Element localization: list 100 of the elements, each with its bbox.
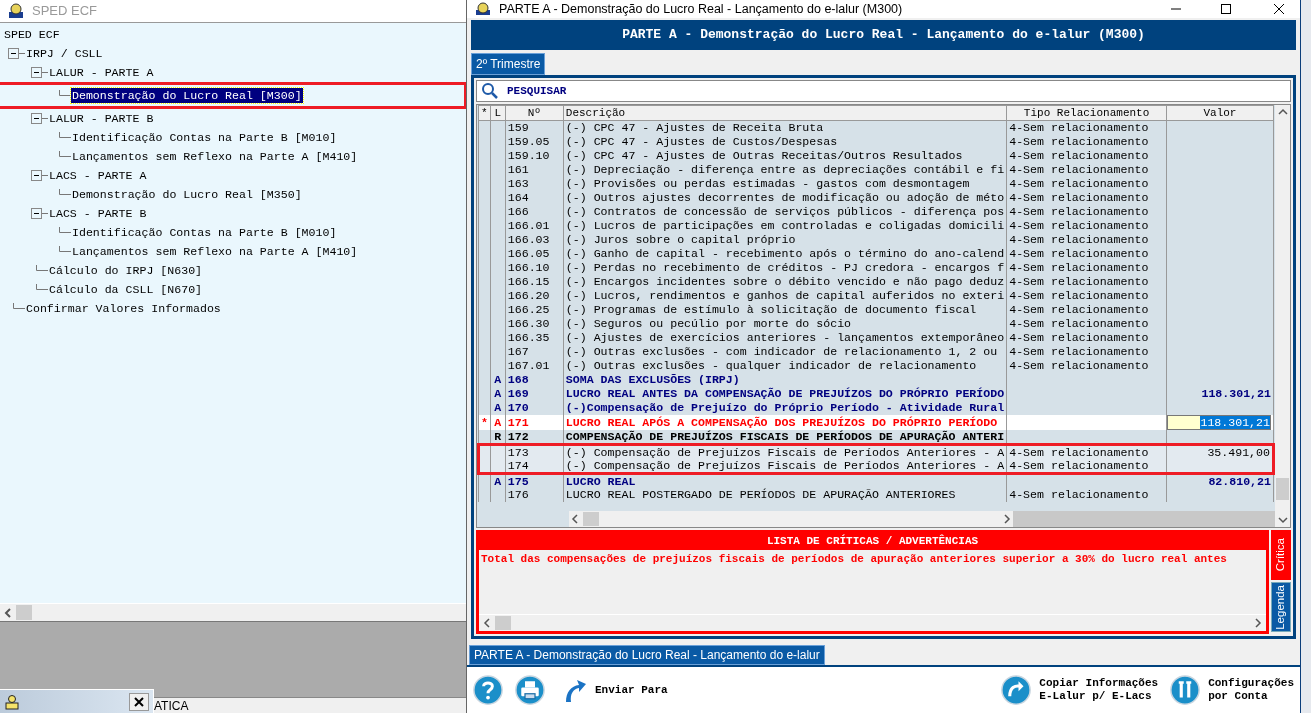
table-cell: 159.05 bbox=[507, 135, 550, 148]
table-cell: * bbox=[480, 415, 488, 429]
scroll-left-icon[interactable] bbox=[571, 514, 579, 524]
tree-item[interactable]: IRPJ / CSLL bbox=[25, 46, 104, 61]
table-cell: (-)Compensação de Prejuízo do Próprio Período - Atividade Rural bbox=[565, 401, 1005, 414]
toolbar-button[interactable]: Copiar Informações E-Lalur p/ E-Lacs bbox=[1001, 675, 1159, 705]
table-cell: 173 bbox=[507, 446, 529, 459]
tab[interactable]: PARTE A - Demonstração do Lucro Real - Lançamento do e-lalur bbox=[469, 645, 825, 665]
close-icon[interactable] bbox=[1273, 3, 1285, 15]
table-cell: 4-Sem relacionamento bbox=[1009, 275, 1149, 288]
collapse-toggle[interactable] bbox=[31, 170, 48, 181]
tree-item[interactable]: Cálculo da CSLL [N670] bbox=[48, 282, 204, 297]
tree-item[interactable]: Identificação Contas na Parte B [M010] bbox=[71, 225, 338, 240]
tree-item[interactable]: Lançamentos sem Reflexo na Parte A [M410] bbox=[71, 244, 359, 259]
horizontal-scrollbar[interactable] bbox=[0, 603, 467, 621]
tree-item[interactable]: Demonstração do Lucro Real [M300] bbox=[71, 88, 303, 103]
collapse-toggle[interactable] bbox=[31, 208, 48, 219]
table-cell: (-) CPC 47 - Ajustes de Outras Receitas/Outros Resultados bbox=[565, 149, 963, 162]
tree-item[interactable]: LALUR - PARTE A bbox=[48, 65, 155, 80]
maximize-icon[interactable] bbox=[1220, 3, 1232, 15]
search-field[interactable]: PESQUISAR bbox=[476, 80, 1291, 102]
scroll-left-icon[interactable] bbox=[4, 607, 12, 618]
tree-item[interactable]: Lançamentos sem Reflexo na Parte A [M410] bbox=[71, 149, 359, 164]
tree-item[interactable]: SPED ECF bbox=[3, 27, 61, 42]
scroll-right-icon[interactable] bbox=[1254, 618, 1262, 628]
tree-item[interactable]: Cálculo do IRPJ [N630] bbox=[48, 263, 204, 278]
table-cell: (-) CPC 47 - Ajustes de Receita Bruta bbox=[565, 121, 824, 135]
scroll-down-icon[interactable] bbox=[1277, 516, 1288, 524]
table-cell: 169 bbox=[507, 387, 529, 400]
tree-item[interactable]: Confirmar Valores Informados bbox=[25, 301, 222, 316]
table-cell: LUCRO REAL bbox=[565, 474, 636, 488]
table-cell: LUCRO REAL ANTES DA COMPENSAÇÃO DE PREJUÍZOS DO PRÓPRIO PERÍODO bbox=[565, 387, 1005, 400]
table-cell-text: 82.810,21 bbox=[1208, 474, 1272, 488]
table-cell: 175 bbox=[507, 474, 529, 488]
collapse-toggle[interactable] bbox=[8, 48, 25, 59]
table-cell: 4-Sem relacionamento bbox=[1009, 331, 1149, 344]
table-cell: 166.03 bbox=[507, 233, 550, 246]
table-cell: (-) Contratos de concessão de serviços públicos - diferença pos bbox=[565, 205, 1005, 218]
value-field[interactable]: 118.301,21 bbox=[1167, 414, 1271, 430]
minimized-window[interactable] bbox=[0, 689, 154, 713]
app-icon bbox=[8, 3, 24, 19]
table-cell: 168 bbox=[507, 373, 529, 386]
table-cell: 4-Sem relacionamento bbox=[1009, 233, 1149, 246]
table-cell: 4-Sem relacionamento bbox=[1009, 205, 1149, 218]
tab[interactable]: 2º Trimestre bbox=[471, 53, 546, 75]
table-cell: 159.10 bbox=[507, 149, 550, 162]
scroll-thumb[interactable] bbox=[16, 605, 32, 620]
scroll-right-icon[interactable] bbox=[1003, 514, 1011, 524]
collapse-toggle[interactable] bbox=[31, 113, 48, 124]
close-button[interactable] bbox=[129, 692, 149, 711]
table-cell: 166.01 bbox=[507, 219, 550, 232]
close-icon bbox=[134, 696, 144, 707]
side-tab[interactable]: Legenda bbox=[1271, 582, 1291, 632]
horizontal-scrollbar[interactable] bbox=[569, 511, 1013, 527]
toolbar-button[interactable]: Configurações por Conta bbox=[1170, 675, 1294, 705]
form-header: PARTE A - Demonstração do Lucro Real - Lançamento do e-lalur (M300) bbox=[471, 20, 1296, 50]
table-cell: 176 bbox=[507, 488, 529, 501]
table-cell: (-) Ganho de capital - recebimento após o término do ano-calend bbox=[565, 247, 1005, 260]
column-header[interactable]: * bbox=[478, 105, 491, 121]
table-cell: 4-Sem relacionamento bbox=[1009, 303, 1149, 316]
collapse-toggle[interactable] bbox=[31, 67, 48, 78]
printer-icon[interactable] bbox=[515, 675, 545, 705]
scroll-thumb[interactable] bbox=[1276, 478, 1289, 500]
table-cell: (-) Compensação de Prejuízos Fiscais de Períodos Anteriores - A bbox=[565, 446, 1005, 459]
column-header[interactable]: Valor bbox=[1166, 105, 1274, 121]
search-icon bbox=[481, 82, 499, 100]
scroll-thumb[interactable] bbox=[495, 616, 511, 630]
column-header[interactable]: L bbox=[490, 105, 506, 121]
scroll-left-icon[interactable] bbox=[483, 618, 491, 628]
tree-item[interactable]: Identificação Contas na Parte B [M010] bbox=[71, 130, 338, 145]
table-cell: 161 bbox=[507, 163, 529, 176]
scroll-thumb[interactable] bbox=[583, 512, 599, 526]
table-cell: (-) Seguros ou pecúlio por morte do sócio bbox=[565, 317, 852, 330]
horizontal-scrollbar[interactable] bbox=[479, 614, 1266, 631]
table-cell: 4-Sem relacionamento bbox=[1009, 135, 1149, 148]
tree-item[interactable]: LACS - PARTE A bbox=[48, 168, 148, 183]
panel-title: LISTA DE CRÍTICAS / ADVERTÊNCIAS bbox=[479, 533, 1266, 550]
vertical-scrollbar[interactable] bbox=[1275, 105, 1290, 527]
table-cell: 4-Sem relacionamento bbox=[1009, 446, 1149, 459]
app-icon bbox=[475, 2, 491, 16]
column-header[interactable]: Nº bbox=[505, 105, 564, 121]
table-cell-text: 118.301,21 bbox=[1201, 387, 1272, 400]
status-text: ATICA bbox=[154, 699, 189, 712]
critique-message[interactable]: Total das compensações de prejuízos fiscais de períodos de apuração anteriores superior a 30% do lucro real antes bbox=[481, 552, 1264, 566]
table-cell: A bbox=[494, 373, 502, 386]
table-cell: 159 bbox=[507, 121, 529, 135]
table-cell: 4-Sem relacionamento bbox=[1009, 163, 1149, 176]
table-cell: 4-Sem relacionamento bbox=[1009, 149, 1149, 162]
toolbar-button[interactable]: Enviar Para bbox=[563, 676, 668, 704]
side-tab[interactable]: Crítica bbox=[1271, 530, 1291, 580]
table-cell: 167.01 bbox=[507, 359, 550, 372]
tree-item[interactable]: LALUR - PARTE B bbox=[48, 111, 155, 126]
column-header[interactable]: Descrição bbox=[563, 105, 1007, 121]
help-icon[interactable] bbox=[473, 675, 503, 705]
window-title: SPED ECF bbox=[32, 2, 97, 21]
table-cell: 164 bbox=[507, 191, 529, 204]
tree-item[interactable]: Demonstração do Lucro Real [M350] bbox=[71, 187, 303, 202]
tree-item[interactable]: LACS - PARTE B bbox=[48, 206, 148, 221]
column-header[interactable]: Tipo Relacionamento bbox=[1006, 105, 1167, 121]
scroll-up-icon[interactable] bbox=[1277, 108, 1288, 116]
